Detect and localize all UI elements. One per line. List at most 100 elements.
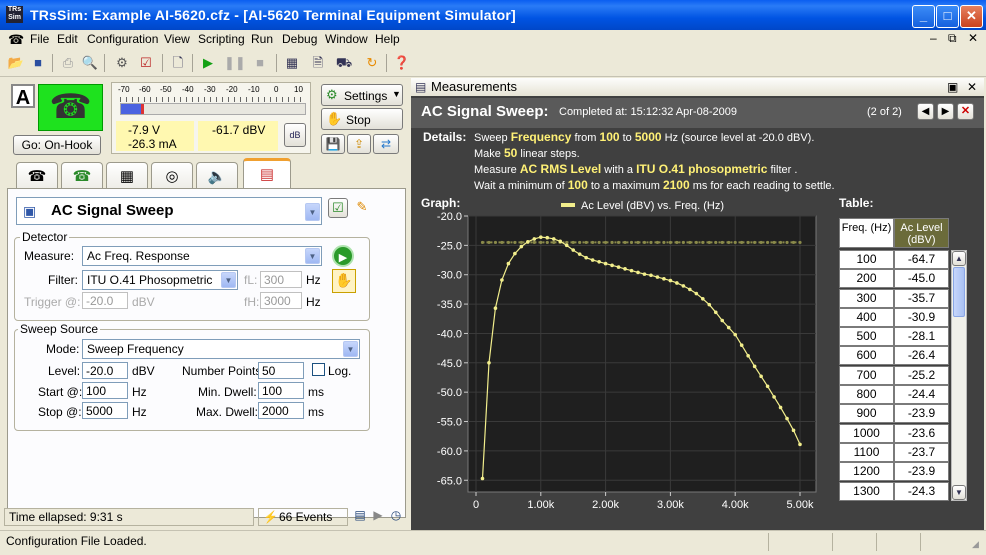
tab-dial[interactable]: ◎ (151, 162, 193, 191)
calendar-icon[interactable]: ▦ (282, 53, 302, 73)
mdi-minimize-icon[interactable]: – (930, 31, 937, 45)
level-cell: -26.4 (894, 346, 949, 366)
scroll-thumb[interactable] (953, 267, 965, 317)
checklist-icon[interactable]: ☑ (136, 53, 156, 73)
level-input[interactable]: -20.0 (82, 362, 128, 379)
resize-grip-icon[interactable]: ◢ (972, 539, 979, 550)
menu-view[interactable]: View (164, 32, 190, 46)
table-row[interactable]: 900 -23.9 (839, 404, 949, 424)
measure-type-select[interactable]: ▣ AC Signal Sweep ▼ (16, 197, 322, 225)
save-icon[interactable]: ■ (28, 53, 48, 73)
close-icon[interactable]: ✕ (960, 5, 983, 28)
swap-icon[interactable]: ⇄ (373, 134, 399, 154)
stop-square-icon[interactable]: ■ (250, 53, 270, 73)
table-row[interactable]: 800 -24.4 (839, 385, 949, 405)
mindwell-input[interactable]: 100 (258, 382, 304, 399)
maximize-icon[interactable]: ▣ (947, 78, 958, 96)
open-folder-icon[interactable]: 📂 (6, 53, 26, 73)
data-point (675, 281, 679, 285)
print-icon[interactable]: ⎙ (58, 53, 78, 73)
mdi-close-icon[interactable]: ✕ (968, 31, 978, 45)
start-input[interactable]: 100 (82, 382, 128, 399)
menu-run[interactable]: Run (251, 32, 273, 46)
stop-input[interactable]: 5000 (82, 402, 128, 419)
stop-unit: Hz (132, 405, 147, 419)
pause-icon[interactable]: ❚❚ (224, 53, 246, 73)
table-row[interactable]: 1100 -23.7 (839, 442, 949, 462)
measure-select[interactable]: Ac Freq. Response ▼ (82, 246, 322, 266)
stop-button[interactable]: ✋ Stop (321, 108, 403, 130)
tab-audio[interactable]: 🔈 (196, 162, 238, 191)
filter-select[interactable]: ITU O.41 Phosopmetric ▼ (82, 270, 238, 290)
fl-input[interactable]: 300 (260, 271, 302, 288)
menu-window[interactable]: Window (325, 32, 368, 46)
mdi-restore-icon[interactable]: ⧉ (948, 31, 957, 46)
y-axis: -20.0 -25.0 -30.0 -35.0 -40.0 -45.0 -50.0 -55.0… (437, 211, 468, 487)
delete-measurement-button[interactable]: ✕ (957, 103, 974, 120)
data-point (506, 261, 511, 266)
fh-input[interactable]: 3000 (260, 292, 302, 309)
go-on-hook-button[interactable]: Go: On-Hook (13, 135, 101, 155)
table-row[interactable]: 500 -28.1 (839, 327, 949, 347)
save-settings-icon[interactable]: 💾 (321, 134, 345, 154)
reference-point (649, 240, 653, 245)
next-page-button[interactable]: ▶ (937, 103, 954, 120)
table-row[interactable]: 1200 -23.9 (839, 462, 949, 482)
status-bar: Configuration File Loaded. ◢ (0, 530, 986, 555)
tab-phone[interactable]: ☎ (16, 162, 58, 191)
table-row[interactable]: 100 -64.7 (839, 250, 949, 269)
measurements-titlebar[interactable]: ▤ Measurements ▣ ✕ (411, 78, 984, 96)
maxdwell-input[interactable]: 2000 (258, 402, 304, 419)
table-row[interactable]: 200 -45.0 (839, 269, 949, 289)
minimize-icon[interactable]: _ (912, 5, 935, 28)
dbv-unit-button[interactable]: dB (284, 123, 306, 147)
new-document-icon[interactable]: 🗋 (168, 53, 188, 73)
run-play-icon[interactable]: ▶ (198, 53, 218, 73)
edit-icon[interactable]: ✎ (352, 198, 372, 218)
log-view-icon[interactable]: ▤ (352, 508, 368, 526)
title-bar[interactable]: TRs Sim TRsSim: Example AI-5620.cfz - [A… (0, 0, 986, 30)
menu-file[interactable]: File (30, 32, 49, 46)
table-row[interactable]: 400 -30.9 (839, 307, 949, 327)
freq-cell: 1100 (839, 442, 894, 462)
menu-help[interactable]: Help (375, 32, 400, 46)
scroll-down-icon[interactable]: ▼ (952, 485, 966, 500)
menu-edit[interactable]: Edit (57, 32, 78, 46)
data-point (733, 332, 737, 337)
clock-icon[interactable]: ◷ (388, 508, 404, 526)
hand-icon[interactable]: ✋ (332, 269, 356, 293)
table-row[interactable]: 600 -26.4 (839, 346, 949, 366)
mode-select[interactable]: Sweep Frequency ▼ (82, 339, 360, 359)
prev-page-button[interactable]: ◀ (917, 103, 934, 120)
scroll-up-icon[interactable]: ▲ (952, 251, 966, 266)
help-icon[interactable]: ❓ (392, 53, 412, 73)
phone-status-icon[interactable]: ☎ (38, 84, 103, 131)
trigger-input[interactable]: -20.0 (82, 292, 128, 309)
toolbar-separator (192, 54, 193, 72)
print-preview-icon[interactable]: 🔍 (80, 53, 100, 73)
table-scrollbar[interactable]: ▲ ▼ (951, 250, 967, 501)
table-row[interactable]: 1300 -24.3 (839, 481, 949, 501)
tab-keypad[interactable]: ▦ (106, 162, 148, 191)
playback-icon[interactable]: ▶ (370, 508, 386, 526)
car-icon[interactable]: ⛟ (334, 53, 354, 73)
export-icon[interactable]: ⇪ (347, 134, 371, 154)
enable-checkbox[interactable]: ☑ (328, 198, 348, 218)
settings-button[interactable]: ⚙ Settings ▼ (321, 84, 403, 106)
tab-line[interactable]: ☎ (61, 162, 103, 191)
log-checkbox[interactable] (312, 363, 325, 376)
notes-icon[interactable]: 🗎 (308, 53, 328, 73)
table-row[interactable]: 700 -25.2 (839, 365, 949, 385)
points-input[interactable]: 50 (258, 362, 304, 379)
maximize-icon[interactable]: □ (936, 5, 959, 28)
settings-gear-icon[interactable]: ⚙ (112, 53, 132, 73)
close-icon[interactable]: ✕ (967, 78, 977, 96)
table-row[interactable]: 1000 -23.6 (839, 423, 949, 443)
phone-menu-icon[interactable]: ☎ (8, 32, 24, 48)
menu-configuration[interactable]: Configuration (87, 32, 158, 46)
start-measure-icon[interactable]: ▶ (332, 245, 354, 267)
menu-scripting[interactable]: Scripting (198, 32, 245, 46)
refresh-icon[interactable]: ↻ (362, 53, 382, 73)
table-row[interactable]: 300 -35.7 (839, 288, 949, 308)
menu-debug[interactable]: Debug (282, 32, 317, 46)
